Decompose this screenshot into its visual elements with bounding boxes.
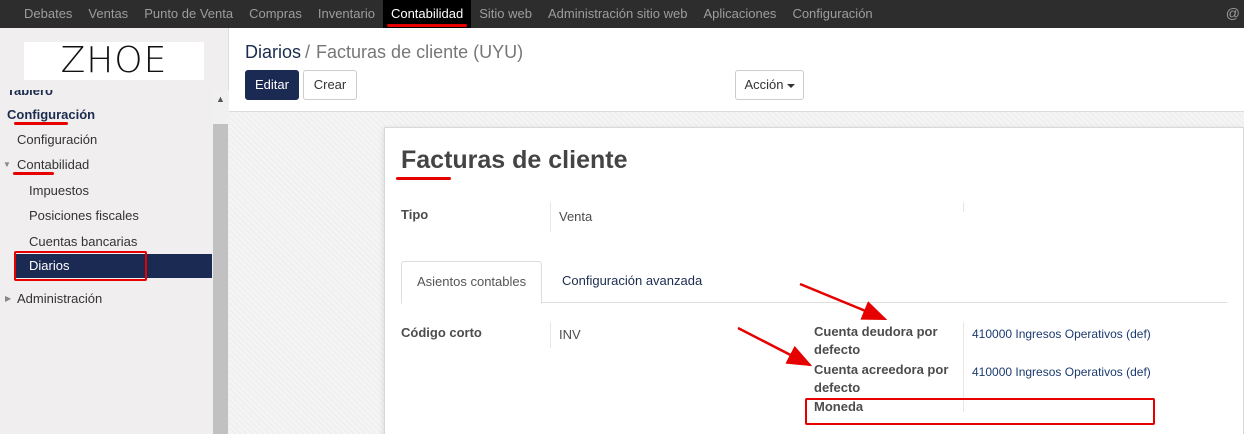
scroll-thumb[interactable]: [213, 124, 228, 434]
sidebar-item-contabilidad[interactable]: Contabilidad: [17, 157, 89, 172]
annotation-box: [14, 251, 147, 281]
cuenta-deudora-label: Cuenta deudora por defecto: [814, 324, 938, 357]
caret-right-icon[interactable]: ▶: [5, 294, 11, 303]
sidebar-item-posiciones-fiscales[interactable]: Posiciones fiscales: [29, 208, 139, 223]
menu-punto-de-venta[interactable]: Punto de Venta: [136, 0, 241, 28]
action-button-label: Acción: [744, 77, 784, 92]
sidebar-section-configuracion: Configuración: [7, 107, 96, 122]
sidebar-menu: Tablero Configuración Configuración ▼ Co…: [0, 90, 212, 430]
menu-compras[interactable]: Compras: [241, 0, 310, 28]
scroll-up-icon[interactable]: ▲: [212, 90, 229, 108]
cuenta-acreedora-field[interactable]: 410000 Ingresos Operativos (def): [972, 363, 1151, 381]
menu-ventas[interactable]: Ventas: [80, 0, 136, 28]
tipo-label: Tipo: [401, 207, 429, 222]
sidebar-section-tablero[interactable]: Tablero: [7, 90, 53, 98]
tipo-field[interactable]: Venta: [559, 208, 592, 226]
menu-debates[interactable]: Debates: [16, 0, 80, 28]
menu-sitio-web[interactable]: Sitio web: [471, 0, 540, 28]
main-content: Diarios / Facturas de cliente (UYU) Editar…: [229, 28, 1244, 434]
edit-button[interactable]: Editar: [245, 70, 299, 100]
breadcrumb-separator: /: [305, 42, 311, 62]
divider: [963, 202, 964, 212]
breadcrumb: Diarios / Facturas de cliente (UYU): [245, 42, 523, 63]
annotation-underline: [396, 177, 451, 180]
sidebar-item-cuentas-bancarias[interactable]: Cuentas bancarias: [29, 234, 137, 249]
divider: [550, 202, 551, 232]
divider: [550, 322, 551, 348]
caret-down-icon[interactable]: ▼: [3, 160, 11, 169]
main-menu: Debates Ventas Punto de Venta Compras In…: [16, 0, 881, 28]
sidebar: ZHOE Tablero Configuración Configuración…: [0, 28, 229, 434]
codigo-corto-label: Código corto: [401, 325, 482, 340]
tab-configuracion-avanzada[interactable]: Configuración avanzada: [547, 261, 717, 303]
menu-administracion-sitio-web[interactable]: Administración sitio web: [540, 0, 695, 28]
form-background: Facturas de cliente Tipo Venta Asientos …: [229, 111, 1244, 434]
annotation-box: [805, 398, 1155, 425]
form-tabs: Asientos contables Configuración avanzad…: [401, 261, 1227, 304]
logo-text: ZHOE: [60, 40, 168, 81]
create-button[interactable]: Crear: [303, 70, 357, 100]
menu-configuracion[interactable]: Configuración: [784, 0, 880, 28]
sidebar-item-configuracion[interactable]: Configuración: [17, 132, 97, 147]
breadcrumb-current: Facturas de cliente (UYU): [316, 42, 524, 62]
menu-inventario[interactable]: Inventario: [310, 0, 383, 28]
codigo-corto-field[interactable]: INV: [559, 326, 581, 344]
breadcrumb-diarios[interactable]: Diarios: [245, 42, 301, 62]
cuenta-acreedora-label: Cuenta acreedora por defecto: [814, 362, 949, 395]
menu-contabilidad[interactable]: Contabilidad: [382, 0, 472, 28]
action-dropdown-button[interactable]: Acción: [735, 70, 804, 100]
tab-asientos-contables[interactable]: Asientos contables: [401, 261, 543, 304]
sidebar-item-administracion[interactable]: Administración: [17, 291, 102, 306]
caret-down-icon: [786, 83, 795, 88]
form-sheet: Facturas de cliente Tipo Venta Asientos …: [384, 127, 1244, 434]
menu-aplicaciones[interactable]: Aplicaciones: [695, 0, 784, 28]
at-icon[interactable]: @: [1226, 5, 1240, 21]
cuenta-deudora-field[interactable]: 410000 Ingresos Operativos (def): [972, 325, 1151, 343]
sidebar-item-impuestos[interactable]: Impuestos: [29, 183, 89, 198]
annotation-underline: [13, 172, 54, 175]
company-logo[interactable]: ZHOE: [24, 42, 204, 80]
sidebar-scrollbar[interactable]: ▲: [212, 90, 229, 434]
form-title: Facturas de cliente: [401, 146, 628, 174]
annotation-underline: [14, 122, 68, 125]
top-navbar: Debates Ventas Punto de Venta Compras In…: [0, 0, 1244, 28]
